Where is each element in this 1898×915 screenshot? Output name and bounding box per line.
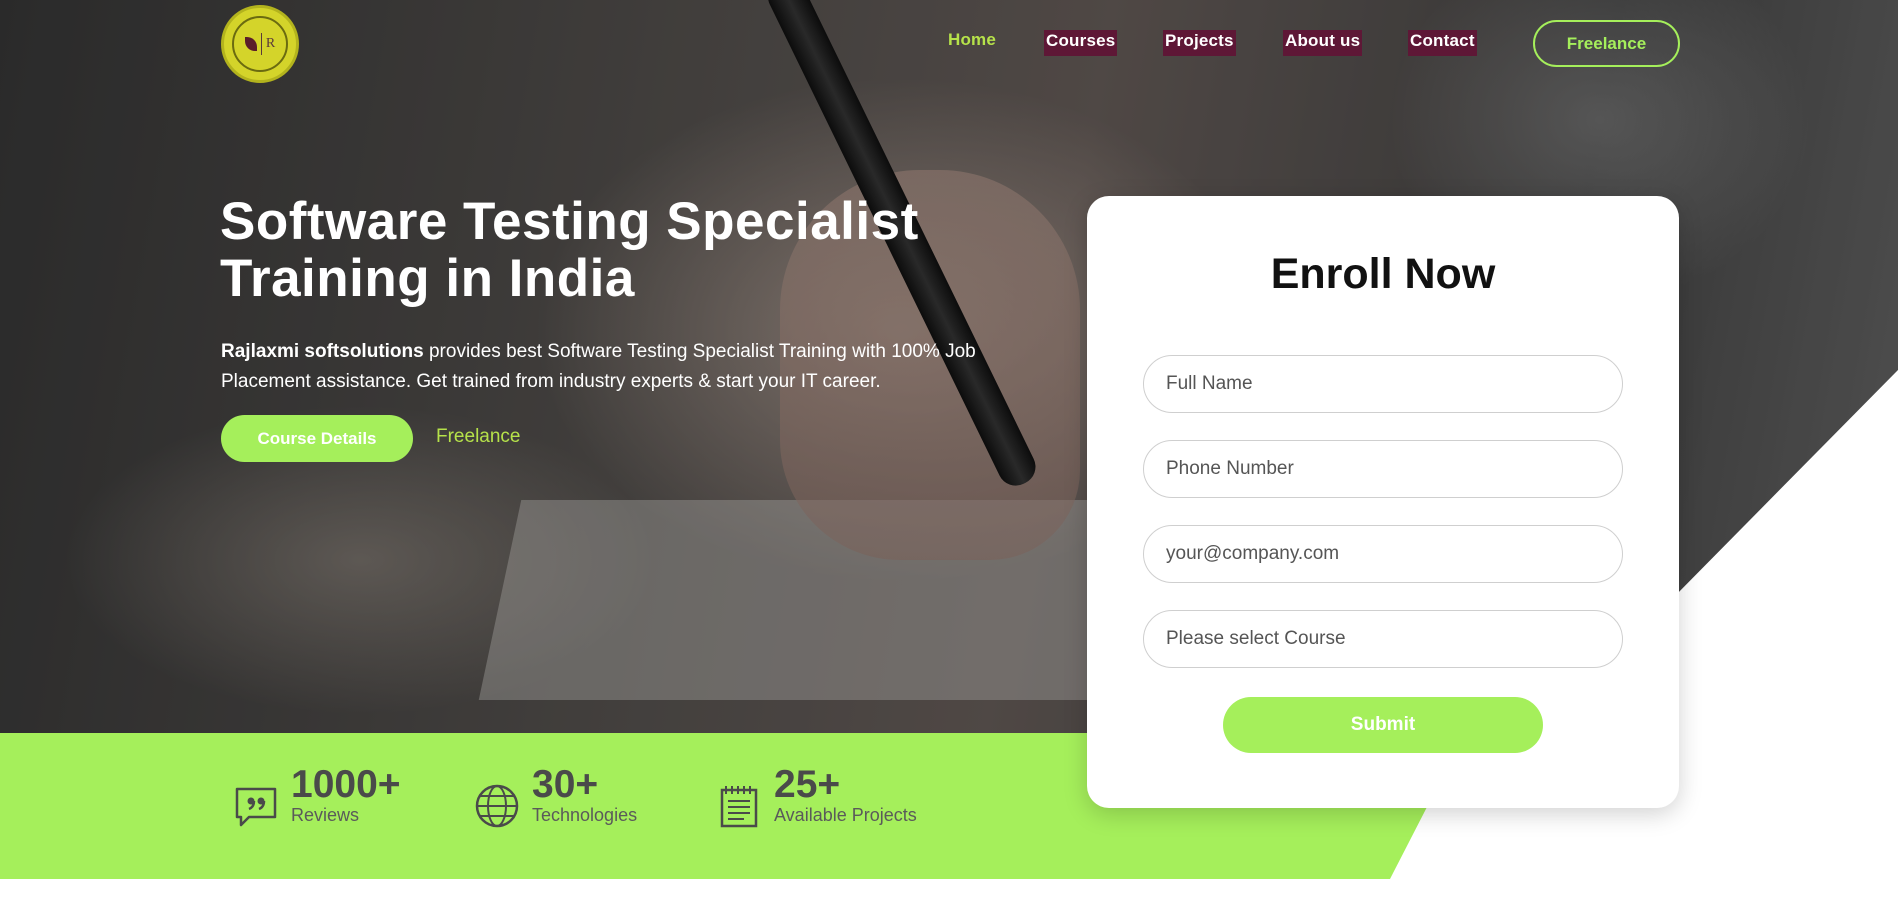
stat-reviews: 1000+ Reviews xyxy=(233,765,401,829)
course-select[interactable]: Please select Course xyxy=(1143,610,1623,668)
full-name-input[interactable] xyxy=(1143,355,1623,413)
globe-icon xyxy=(475,784,519,828)
logo-letter: R xyxy=(265,36,276,51)
hero-description: Rajlaxmi softsolutions provides best Sof… xyxy=(221,337,1041,397)
stat-projects: 25+ Available Projects xyxy=(716,765,917,829)
chat-quote-icon xyxy=(235,787,277,827)
nav-contact[interactable]: Contact xyxy=(1408,30,1477,56)
nav-courses[interactable]: Courses xyxy=(1044,30,1118,56)
notepad-icon xyxy=(720,786,758,828)
leaf-icon xyxy=(244,37,257,51)
brand-name: Rajlaxmi softsolutions xyxy=(221,341,424,362)
freelance-header-button[interactable]: Freelance xyxy=(1533,20,1680,67)
enroll-form-card: Enroll Now Please select Course Submit xyxy=(1087,196,1679,808)
enroll-title: Enroll Now xyxy=(1270,250,1496,298)
submit-button[interactable]: Submit xyxy=(1223,697,1543,753)
hero-title-line2: Training in India xyxy=(220,249,635,308)
hero-title-line1: Software Testing Specialist xyxy=(220,192,919,251)
phone-number-input[interactable] xyxy=(1143,440,1623,498)
logo-emblem: R xyxy=(232,16,288,72)
logo-divider xyxy=(260,33,262,55)
site-logo[interactable]: R xyxy=(221,5,299,83)
nav-about-us[interactable]: About us xyxy=(1283,30,1363,56)
stat-technologies-number: 30+ xyxy=(532,763,599,806)
freelance-link[interactable]: Freelance xyxy=(436,426,521,448)
email-input[interactable] xyxy=(1143,525,1623,583)
stat-projects-number: 25+ xyxy=(774,763,841,806)
stat-projects-label: Available Projects xyxy=(774,805,917,825)
stat-technologies-label: Technologies xyxy=(532,805,638,825)
hero-title: Software Testing Specialist Training in … xyxy=(220,193,1080,307)
stat-technologies: 30+ Technologies xyxy=(474,765,637,829)
course-select-placeholder: Please select Course xyxy=(1166,628,1346,649)
course-details-button[interactable]: Course Details xyxy=(221,415,413,462)
nav-home[interactable]: Home xyxy=(948,30,996,56)
stat-reviews-label: Reviews xyxy=(291,805,360,825)
nav-projects[interactable]: Projects xyxy=(1163,30,1236,56)
stat-reviews-number: 1000+ xyxy=(291,763,401,806)
